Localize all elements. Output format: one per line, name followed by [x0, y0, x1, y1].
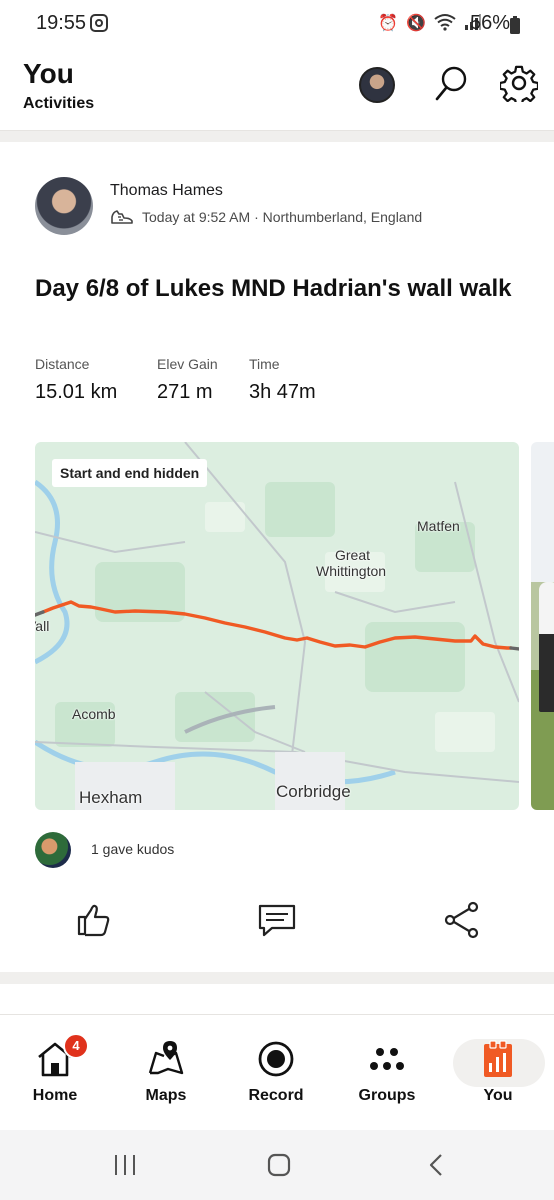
nav-label: Groups — [358, 1087, 416, 1104]
battery-percent: 56% — [469, 12, 510, 34]
battery-icon — [510, 16, 520, 39]
nav-label: Record — [248, 1087, 304, 1104]
stat-time: Time 3h 47m — [249, 356, 316, 404]
maps-icon — [148, 1041, 184, 1075]
map-place-label: Matfen — [417, 518, 460, 534]
stat-elev-gain: Elev Gain 271 m — [157, 356, 218, 404]
page-subtitle: Activities — [23, 95, 95, 112]
map-place-label: Hexham — [79, 788, 143, 807]
record-icon — [258, 1041, 294, 1077]
map-privacy-badge: Start and end hidden — [52, 459, 208, 487]
activity-card[interactable]: Thomas Hames Today at 9:52 AM · Northumb… — [0, 142, 554, 972]
nav-groups[interactable]: Groups — [342, 1039, 432, 1109]
route-map[interactable]: Start and end hidden Matfen Great Whitti… — [35, 442, 519, 810]
activity-photo-preview[interactable] — [531, 442, 554, 810]
activity-title[interactable]: Day 6/8 of Lukes MND Hadrian's wall walk — [35, 272, 515, 305]
settings-gear-icon[interactable] — [498, 64, 540, 106]
recent-apps-icon[interactable] — [112, 1152, 138, 1183]
map-place-label: Whittington — [316, 563, 387, 579]
map-place-label: Great — [335, 547, 371, 563]
search-icon[interactable] — [432, 64, 470, 106]
map-place-label: Corbridge — [276, 782, 351, 801]
photo-person — [539, 582, 554, 712]
nav-label: Home — [32, 1087, 78, 1104]
page-title: You — [23, 58, 74, 89]
wifi-icon — [434, 13, 456, 36]
activity-meta: Today at 9:52 AM · Northumberland, Engla… — [110, 208, 422, 226]
section-divider — [0, 130, 554, 142]
home-button-icon[interactable] — [266, 1152, 292, 1183]
stat-label: Time — [249, 356, 280, 372]
nav-record[interactable]: Record — [231, 1039, 321, 1109]
feed-gap — [0, 972, 554, 984]
comment-icon[interactable] — [257, 900, 297, 940]
status-bar: 19:55 ⏰ 🔇 56% — [0, 0, 554, 50]
status-time: 19:55 — [36, 12, 87, 34]
map-place-label: Vall — [35, 618, 50, 634]
walk-shoe-icon — [110, 208, 134, 226]
stat-distance: Distance 15.01 km — [35, 356, 117, 404]
nav-label: You — [483, 1087, 513, 1104]
stat-label: Elev Gain — [157, 356, 218, 372]
app-header: You Activities — [0, 50, 554, 130]
system-navigation-bar — [0, 1130, 554, 1200]
stat-label: Distance — [35, 356, 90, 372]
groups-icon — [370, 1048, 404, 1070]
notification-badge: 4 — [63, 1033, 89, 1059]
kudos-count[interactable]: 1 gave kudos — [91, 841, 174, 857]
instagram-notification-icon — [90, 14, 108, 32]
profile-avatar[interactable] — [359, 67, 395, 103]
nav-home[interactable]: Home 4 — [10, 1033, 100, 1109]
bottom-navigation: Home 4 Maps Record Groups You — [0, 1014, 554, 1130]
athlete-avatar[interactable] — [35, 177, 93, 235]
kudos-avatar[interactable] — [35, 832, 71, 868]
kudos-thumbs-up-icon[interactable] — [74, 900, 114, 940]
stat-value: 271 m — [157, 381, 213, 403]
back-icon[interactable] — [424, 1152, 450, 1183]
status-icons: ⏰ 🔇 — [378, 13, 482, 36]
nav-you[interactable]: You — [453, 1039, 543, 1109]
athlete-name[interactable]: Thomas Hames — [110, 182, 223, 200]
share-icon[interactable] — [442, 900, 482, 940]
mute-icon: 🔇 — [406, 15, 426, 32]
nav-maps[interactable]: Maps — [121, 1039, 211, 1109]
stat-value: 3h 47m — [249, 381, 316, 403]
alarm-icon: ⏰ — [378, 15, 399, 32]
map-place-label: Acomb — [72, 706, 116, 722]
activity-time-location: Today at 9:52 AM · Northumberland, Engla… — [142, 209, 423, 225]
you-stats-icon — [484, 1040, 512, 1077]
nav-label: Maps — [145, 1087, 187, 1104]
stat-value: 15.01 km — [35, 381, 118, 403]
